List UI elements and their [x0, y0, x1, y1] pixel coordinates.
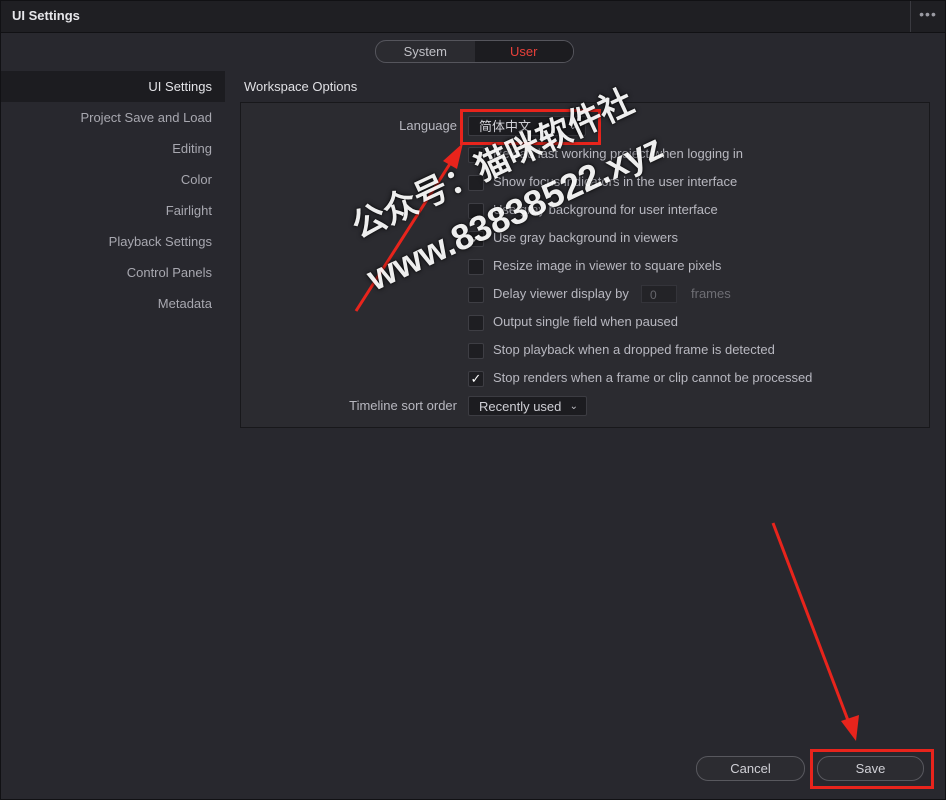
annotation-arrows — [354, 143, 859, 741]
arrowhead-icon — [841, 715, 859, 741]
settings-window: UI Settings ••• System User UI Settings … — [0, 0, 946, 800]
arrowhead-icon — [443, 143, 463, 169]
arrow-line-language — [354, 158, 455, 312]
arrow-line-save — [771, 522, 851, 724]
